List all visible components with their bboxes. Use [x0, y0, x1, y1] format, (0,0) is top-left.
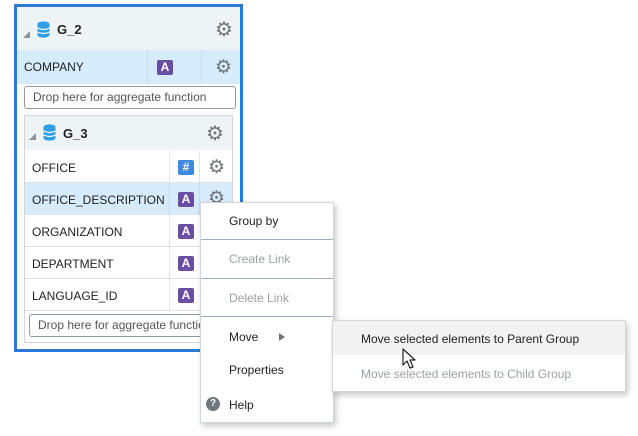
menu-item-label: Move — [229, 330, 259, 344]
column-divider — [169, 183, 170, 215]
submenu-item-label: Move selected elements to Parent Group — [361, 332, 580, 346]
menu-separator — [201, 278, 333, 279]
menu-item-label: Help — [229, 398, 254, 412]
menu-item-create-link[interactable]: Create Link — [229, 252, 290, 266]
column-divider — [199, 151, 200, 183]
menu-item-move[interactable]: Move — [201, 321, 333, 351]
element-label: DEPARTMENT — [32, 257, 114, 271]
menu-item-help[interactable]: ? Help — [201, 391, 333, 417]
number-type-icon: # — [178, 160, 194, 175]
context-menu[interactable]: Group by Create Link Delete Link Move Pr… — [200, 202, 334, 423]
aggregate-drop-zone[interactable]: Drop here for aggregate function — [29, 314, 229, 337]
attribute-type-icon: A — [178, 256, 194, 271]
menu-item-delete-link[interactable]: Delete Link — [229, 291, 289, 305]
database-icon — [37, 21, 50, 38]
group-g3-gear-icon[interactable]: ⚙ — [206, 124, 224, 144]
group-g2-name: G_2 — [57, 22, 82, 37]
element-label: COMPANY — [24, 60, 84, 74]
mouse-pointer-icon — [402, 348, 416, 369]
group-g2-gear-icon[interactable]: ⚙ — [215, 20, 233, 40]
group-g2-header[interactable]: G_2 ⚙ — [17, 7, 240, 50]
element-label: OFFICE_DESCRIPTION — [32, 193, 165, 207]
column-divider — [169, 279, 170, 311]
attribute-type-icon: A — [178, 288, 194, 303]
column-divider — [169, 215, 170, 247]
menu-item-properties[interactable]: Properties — [229, 363, 284, 377]
submenu-item-move-to-parent[interactable]: Move selected elements to Parent Group — [333, 321, 625, 355]
element-label: ORGANIZATION — [32, 225, 123, 239]
aggregate-drop-zone[interactable]: Drop here for aggregate function — [24, 86, 236, 109]
group-g3-name: G_3 — [63, 126, 88, 141]
menu-separator — [201, 316, 333, 317]
column-divider — [169, 247, 170, 279]
submenu-arrow-icon — [279, 333, 285, 341]
menu-separator — [201, 239, 333, 240]
group-g3-header[interactable]: G_3 ⚙ — [25, 116, 232, 150]
attribute-type-icon: A — [157, 60, 173, 75]
collapse-triangle-icon[interactable] — [23, 31, 30, 38]
menu-item-group-by[interactable]: Group by — [229, 214, 278, 228]
column-divider — [201, 50, 202, 84]
collapse-triangle-icon[interactable] — [29, 133, 36, 140]
element-row-office[interactable]: OFFICE # ⚙ — [25, 151, 232, 183]
element-row-company[interactable]: COMPANY A ⚙ — [17, 50, 240, 84]
move-submenu[interactable]: Move selected elements to Parent Group M… — [332, 320, 626, 392]
element-gear-icon[interactable]: ⚙ — [215, 58, 232, 77]
help-icon: ? — [206, 397, 220, 411]
attribute-type-icon: A — [178, 224, 194, 239]
submenu-item-move-to-child[interactable]: Move selected elements to Child Group — [361, 367, 571, 381]
column-divider — [169, 151, 170, 183]
database-icon — [43, 124, 56, 141]
element-label: LANGUAGE_ID — [32, 289, 118, 303]
element-gear-icon[interactable]: ⚙ — [208, 158, 225, 177]
element-label: OFFICE — [32, 161, 76, 175]
attribute-type-icon: A — [178, 192, 194, 207]
column-divider — [147, 50, 148, 84]
